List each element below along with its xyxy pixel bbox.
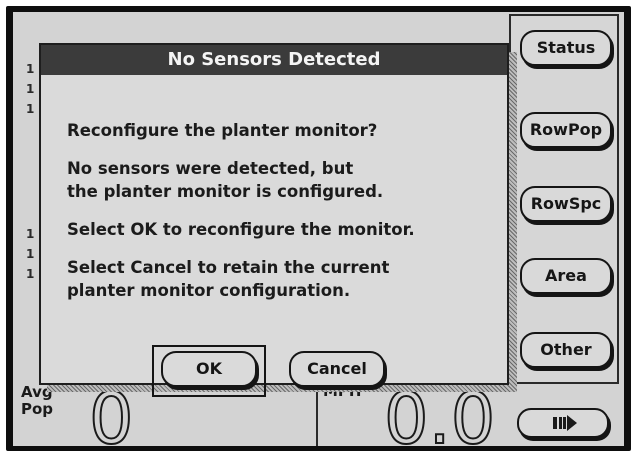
rowpop-softkey[interactable]: RowPop [520,112,612,148]
other-softkey[interactable]: Other [520,332,612,368]
obscured-text: 1 [26,247,35,261]
rowspc-softkey[interactable]: RowSpc [520,186,612,222]
speed-value: 0.0 [383,378,496,446]
cancel-button[interactable]: Cancel [289,351,385,387]
next-page-icon [553,415,577,431]
monitor-screen: 1 1 1 1 1 1 Status RowPop RowSpc Area Ot… [13,12,624,446]
obscured-text: 1 [26,102,35,116]
softkey-panel: Status RowPop RowSpc Area Other [509,14,619,384]
obscured-text: 1 [26,82,35,96]
dialog-title: No Sensors Detected [41,45,507,75]
obscured-text: 1 [26,62,35,76]
dialog-question: Reconfigure the planter monitor? [67,121,378,140]
status-softkey[interactable]: Status [520,30,612,66]
obscured-text: 1 [26,227,35,241]
next-page-button[interactable] [517,408,609,438]
obscured-text: 1 [26,267,35,281]
dialog-message-line2: the planter monitor is configured. [67,182,384,201]
ok-button[interactable]: OK [161,351,257,387]
no-sensors-dialog: No Sensors Detected Reconfigure the plan… [39,43,509,397]
dialog-cancel-instruction-line2: planter monitor configuration. [67,281,351,300]
avg-pop-value: 0 [88,378,135,446]
area-softkey[interactable]: Area [520,258,612,294]
dialog-ok-instruction: Select OK to reconfigure the monitor. [67,220,415,239]
dialog-cancel-instruction-line1: Select Cancel to retain the current [67,258,390,277]
dialog-message-line1: No sensors were detected, but [67,159,354,178]
